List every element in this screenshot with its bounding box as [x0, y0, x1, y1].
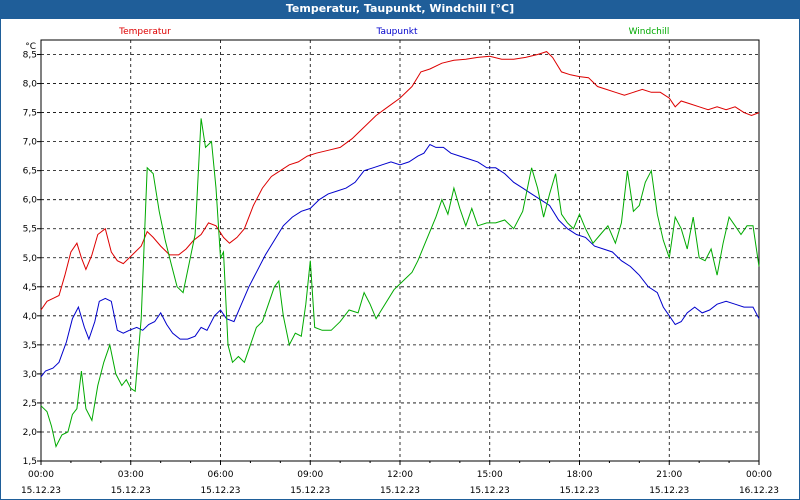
x-tick-date-label: 15.12.23: [21, 486, 61, 496]
x-tick-date-label: 15.12.23: [470, 486, 510, 496]
y-tick-label: 2,0: [23, 428, 38, 438]
x-tick-date-label: 15.12.23: [649, 486, 689, 496]
x-tick-date-label: 15.12.23: [290, 486, 330, 496]
y-tick-label: 3,0: [23, 370, 38, 380]
x-tick-date-label: 16.12.23: [739, 486, 779, 496]
x-tick-time-label: 21:00: [656, 470, 682, 480]
legend-taupunkt: Taupunkt: [375, 27, 418, 37]
y-tick-label: 4,0: [23, 312, 38, 322]
y-tick-label: 8,0: [23, 80, 38, 90]
x-tick-time-label: 06:00: [208, 470, 234, 480]
y-axis-label: °C: [25, 42, 36, 52]
y-tick-label: 1,5: [23, 457, 37, 467]
x-tick-time-label: 03:00: [118, 470, 144, 480]
y-tick-label: 5,5: [23, 225, 37, 235]
y-tick-label: 3,5: [23, 341, 37, 351]
y-tick-label: 6,0: [23, 196, 38, 206]
x-tick-time-label: 15:00: [477, 470, 503, 480]
x-tick-time-label: 18:00: [567, 470, 593, 480]
legend-windchill: Windchill: [629, 27, 670, 37]
x-tick-date-label: 15.12.23: [111, 486, 151, 496]
y-tick-label: 6,5: [23, 167, 37, 177]
y-tick-label: 8,5: [23, 51, 37, 61]
chart-frame: 1,5 2,0 2,5 3,0 3,5 4,0 4,5 5,0 5,5 6,0 6,5 7,0 7,5 8…: [0, 18, 800, 500]
legend-temperatur: Temperatur: [118, 27, 171, 37]
x-tick-date-label: 15.12.23: [200, 486, 240, 496]
y-tick-label: 5,0: [23, 254, 38, 264]
y-tick-label: 2,5: [23, 399, 37, 409]
chart-title-bar: Temperatur, Taupunkt, Windchill [°C]: [0, 0, 800, 18]
x-tick-time-label: 00:00: [746, 470, 772, 480]
y-tick-label: 7,5: [23, 109, 37, 119]
x-tick-time-label: 00:00: [28, 470, 54, 480]
y-tick-label: 4,5: [23, 283, 37, 293]
chart-svg: 1,5 2,0 2,5 3,0 3,5 4,0 4,5 5,0 5,5 6,0 6,5 7,0 7,5 8…: [21, 27, 779, 496]
x-tick-date-label: 15.12.23: [380, 486, 420, 496]
chart-title: Temperatur, Taupunkt, Windchill [°C]: [285, 2, 515, 15]
x-tick-time-label: 09:00: [297, 470, 323, 480]
x-tick-time-label: 12:00: [387, 470, 413, 480]
x-tick-date-label: 15.12.23: [559, 486, 599, 496]
y-tick-label: 7,0: [23, 138, 38, 148]
